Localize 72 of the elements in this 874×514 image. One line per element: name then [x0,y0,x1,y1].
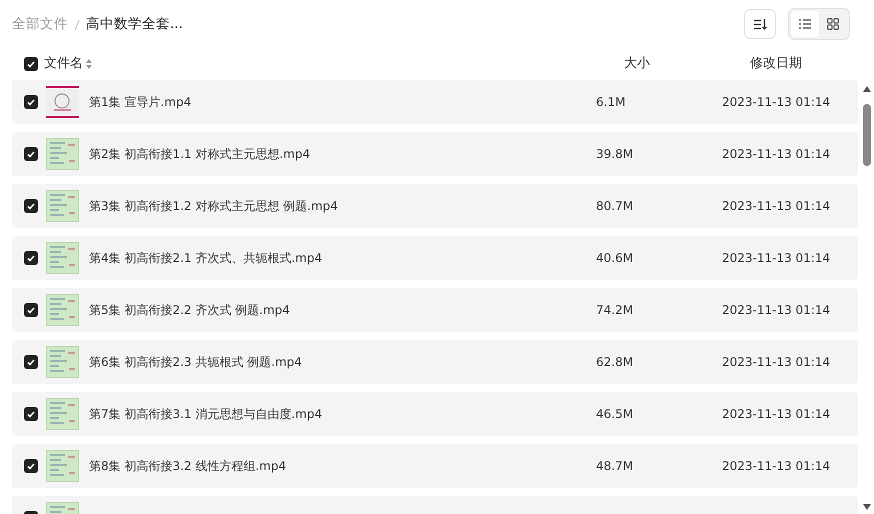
checkbox[interactable] [24,147,38,161]
checkbox[interactable] [24,251,38,265]
checkbox[interactable] [24,459,38,473]
file-size: 80.7M [596,199,634,213]
file-size: 39.8M [596,147,634,161]
file-size: 46.5M [596,407,634,421]
breadcrumb-current: 高中数学全套... [86,14,183,34]
check-icon [27,150,35,158]
file-name[interactable]: 第8集 初高衔接3.2 线性方程组.mp4 [89,459,286,473]
modified-date: 2023-11-13 01:14 [722,459,830,473]
video-thumbnail [46,398,79,430]
file-name[interactable]: 第6集 初高衔接2.3 共轭根式 例题.mp4 [89,355,302,369]
video-thumbnail [46,346,79,378]
column-header: 大小 [624,56,650,72]
video-thumbnail [46,294,79,326]
list-view-button[interactable] [791,11,819,37]
modified-date: 2023-11-13 01:14 [722,199,830,213]
checkbox[interactable] [24,199,38,213]
checkbox[interactable] [24,95,38,109]
sort-button[interactable] [744,9,776,39]
check-icon [27,202,35,210]
file-row[interactable]: 第6集 初高衔接2.3 共轭根式 例题.mp4 62.8M 2023-11-13 01:14 [12,340,858,384]
column-header: 修改日期 [750,56,802,72]
file-row[interactable]: 第5集 初高衔接2.2 齐次式 例题.mp4 74.2M 2023-11-13 01:14 [12,288,858,332]
modified-date: 2023-11-13 01:14 [722,95,830,109]
check-icon [27,462,35,470]
video-thumbnail [46,450,79,482]
file-size: 6.1M [596,95,626,109]
file-name[interactable]: 第5集 初高衔接2.2 齐次式 例题.mp4 [89,303,290,317]
sort-icon [754,18,766,30]
video-thumbnail [46,190,79,222]
file-row[interactable]: 第7集 初高衔接3.1 消元思想与自由度.mp4 46.5M 2023-11-13 01:14 [12,392,858,436]
file-size: 62.8M [596,355,634,369]
file-name[interactable]: 第4集 初高衔接2.1 齐次式、共轭根式.mp4 [89,251,322,265]
video-thumbnail [46,242,79,274]
check-icon [27,98,35,106]
file-name[interactable]: 第1集 宣导片.mp4 [89,95,192,109]
file-row[interactable]: 第8集 初高衔接3.2 线性方程组.mp4 48.7M 2023-11-13 01:14 [12,444,858,488]
checkbox[interactable] [24,57,38,71]
modified-date: 2023-11-13 01:14 [722,355,830,369]
scrollbar[interactable] [862,86,872,510]
file-name[interactable]: 第7集 初高衔接3.1 消元思想与自由度.mp4 [89,407,322,421]
video-thumbnail [46,138,79,170]
modified-date: 2023-11-13 01:14 [722,407,830,421]
scrollbar-thumb[interactable] [863,104,871,166]
checkbox[interactable] [24,303,38,317]
file-row[interactable]: 第1集 宣导片.mp4 6.1M 2023-11-13 01:14 [12,80,858,124]
separator-icon [74,18,80,31]
check-icon [27,410,35,418]
modified-date: 2023-11-13 01:14 [722,251,830,265]
modified-date: 2023-11-13 01:14 [722,303,830,317]
file-name[interactable]: 第2集 初高衔接1.1 对称式主元思想.mp4 [89,147,310,161]
scroll-up-icon[interactable] [863,86,871,92]
check-icon [27,60,35,68]
file-size: 74.2M [596,303,634,317]
file-row[interactable]: 第2集 初高衔接1.1 对称式主元思想.mp4 39.8M 2023-11-13 01:14 [12,132,858,176]
scroll-down-icon[interactable] [863,504,871,510]
file-name[interactable]: 第3集 初高衔接1.2 对称式主元思想 例题.mp4 [89,199,338,213]
check-icon [27,254,35,262]
check-icon [27,306,35,314]
column-header[interactable]: 文件名 [44,54,83,74]
check-icon [27,358,35,366]
file-size: 40.6M [596,251,634,265]
checkbox[interactable] [24,355,38,369]
list-icon [799,19,811,29]
file-size: 48.7M [596,459,634,473]
file-row[interactable]: 第3集 初高衔接1.2 对称式主元思想 例题.mp4 80.7M 2023-11-13 01:14 [12,184,858,228]
modified-date: 2023-11-13 01:14 [722,147,830,161]
video-thumbnail [46,86,79,118]
grid-icon [827,18,839,30]
file-row[interactable]: 第4集 初高衔接2.1 齐次式、共轭根式.mp4 40.6M 2023-11-13 01:14 [12,236,858,280]
checkbox[interactable] [24,407,38,421]
